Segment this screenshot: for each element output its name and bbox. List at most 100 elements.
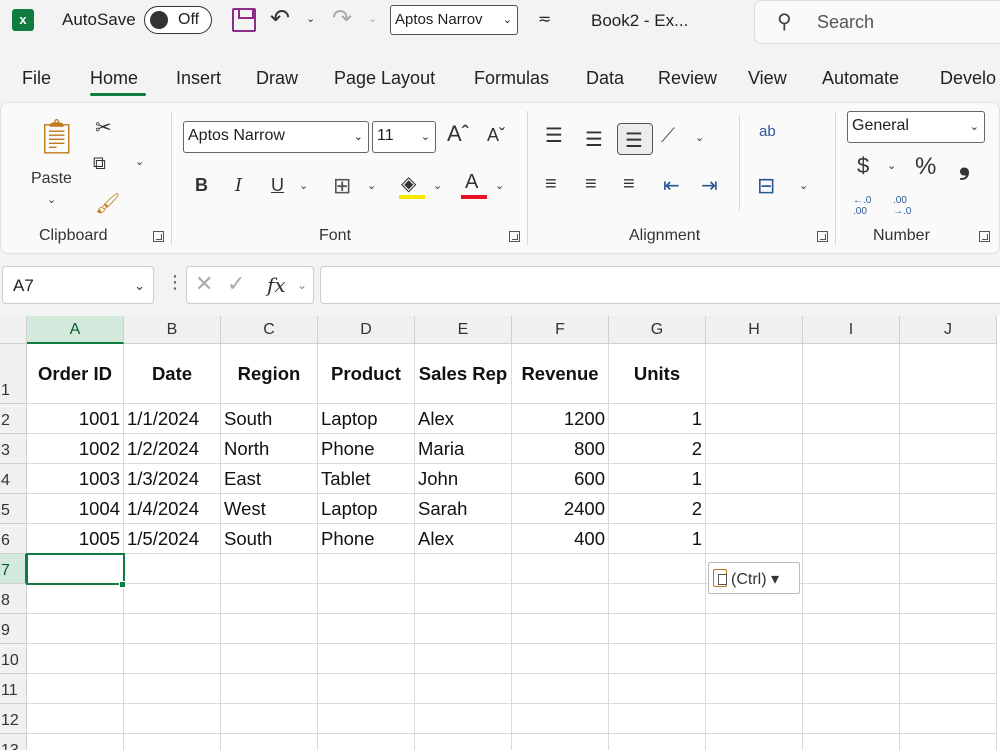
cell[interactable] [318,704,415,734]
borders-icon[interactable]: ⊞ [333,173,351,199]
align-left-icon[interactable]: ≡ [545,173,557,196]
cell[interactable] [706,344,803,404]
cell[interactable] [318,554,415,584]
cell[interactable] [318,614,415,644]
column-header-f[interactable]: F [512,316,609,344]
tab-automate[interactable]: Automate [822,68,899,89]
cell[interactable] [900,404,997,434]
cell[interactable] [512,614,609,644]
column-header-g[interactable]: G [609,316,706,344]
data-cell[interactable]: 2 [609,434,706,464]
cell[interactable] [803,404,900,434]
data-cell[interactable]: 1/2/2024 [124,434,221,464]
cell[interactable] [512,644,609,674]
fill-color-icon[interactable]: ◈ [401,171,416,196]
cell[interactable] [706,494,803,524]
data-cell[interactable]: 1001 [27,404,124,434]
column-header-d[interactable]: D [318,316,415,344]
cell[interactable] [124,554,221,584]
number-launcher-icon[interactable] [979,231,990,242]
increase-indent-icon[interactable]: ⇥ [701,173,718,198]
comma-style-button[interactable]: ❟ [959,149,970,182]
cell[interactable] [221,614,318,644]
copy-dropdown-icon[interactable]: ⌄ [135,155,144,168]
cell[interactable] [512,704,609,734]
increase-font-size-icon[interactable]: Aˆ [447,121,469,147]
font-launcher-icon[interactable] [509,231,520,242]
borders-dropdown-icon[interactable]: ⌄ [367,179,376,192]
currency-button[interactable]: $ [857,153,869,179]
cell[interactable] [706,434,803,464]
cell[interactable] [803,554,900,584]
data-cell[interactable]: North [221,434,318,464]
data-cell[interactable]: Laptop [318,404,415,434]
wrap-text-icon[interactable]: ab [759,123,776,140]
cell[interactable] [318,644,415,674]
data-cell[interactable]: South [221,404,318,434]
column-header-j[interactable]: J [900,316,997,344]
data-cell[interactable]: Alex [415,524,512,554]
select-all-button[interactable] [0,316,27,344]
cell[interactable] [900,704,997,734]
cell[interactable] [124,614,221,644]
data-cell[interactable]: 1005 [27,524,124,554]
align-right-icon[interactable]: ≡ [623,173,635,196]
cell[interactable] [900,584,997,614]
undo-icon[interactable]: ↶ [270,4,290,33]
cell[interactable] [221,644,318,674]
row-header-10[interactable]: 10 [0,644,27,674]
cell[interactable] [803,644,900,674]
row-header-7[interactable]: 7 [0,554,27,584]
formula-bar-grip-icon[interactable]: ⋮ [166,272,184,293]
currency-dropdown-icon[interactable]: ⌄ [887,159,896,172]
redo-dropdown-icon[interactable]: ⌄ [368,12,377,25]
italic-button[interactable]: I [235,175,242,196]
data-cell[interactable]: 1/1/2024 [124,404,221,434]
cell[interactable] [609,554,706,584]
cell[interactable] [803,434,900,464]
row-header-4[interactable]: 4 [0,464,27,494]
cell[interactable] [706,674,803,704]
clipboard-launcher-icon[interactable] [153,231,164,242]
data-cell[interactable]: John [415,464,512,494]
align-center-icon[interactable]: ≡ [585,173,597,196]
cut-icon[interactable]: ✂ [95,115,112,140]
data-cell[interactable]: 1003 [27,464,124,494]
cell[interactable] [27,674,124,704]
cell[interactable] [124,704,221,734]
cell[interactable] [609,614,706,644]
column-header-i[interactable]: I [803,316,900,344]
cell[interactable] [124,584,221,614]
cell[interactable] [803,614,900,644]
orientation-dropdown-icon[interactable]: ⌄ [695,131,704,144]
qat-font-dropdown[interactable]: Aptos Narrov ⌄ [390,5,518,35]
data-cell[interactable]: 400 [512,524,609,554]
cell[interactable] [609,734,706,750]
save-icon[interactable] [232,8,256,32]
redo-icon[interactable]: ↷ [332,4,352,33]
row-header-6[interactable]: 6 [0,524,27,554]
cell[interactable] [124,674,221,704]
data-cell[interactable]: 1 [609,524,706,554]
column-header-h[interactable]: H [706,316,803,344]
column-title-cell[interactable]: Units [609,344,706,404]
cell[interactable] [803,584,900,614]
cell[interactable] [124,644,221,674]
cell[interactable] [706,404,803,434]
data-cell[interactable]: Alex [415,404,512,434]
cell[interactable] [706,464,803,494]
cell[interactable] [221,584,318,614]
merge-center-icon[interactable]: ⊟ [757,173,775,199]
cell[interactable] [803,734,900,750]
row-header-5[interactable]: 5 [0,494,27,524]
cell[interactable] [706,524,803,554]
cell[interactable] [415,734,512,750]
fill-color-dropdown-icon[interactable]: ⌄ [433,179,442,192]
cell[interactable] [706,734,803,750]
cell[interactable] [415,614,512,644]
cell[interactable] [706,614,803,644]
active-cell-selection[interactable] [26,553,125,585]
decrease-font-size-icon[interactable]: Aˇ [487,125,505,146]
data-cell[interactable]: 600 [512,464,609,494]
decrease-indent-icon[interactable]: ⇤ [663,173,680,198]
